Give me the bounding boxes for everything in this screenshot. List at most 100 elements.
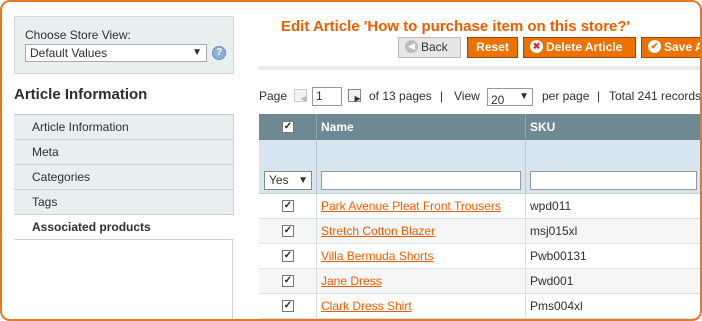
sidebar-item-label: Article Information [32,120,129,134]
product-name-link[interactable]: Jane Dress [321,274,382,288]
reset-button[interactable]: Reset [467,37,518,58]
checkmark-icon: ✓ [283,121,293,132]
row-name-cell: Park Avenue Pleat Front Trousers [317,194,526,219]
row-sku-cell: Pwd001 [526,269,702,294]
row-sku-cell: Pms004xl [526,294,702,319]
product-name-link[interactable]: Park Avenue Pleat Front Trousers [321,199,501,213]
in-products-filter-value: Yes [269,173,289,187]
table-row: ✓ Jane Dress Pwd001 [259,269,702,294]
row-name-cell: Villa Bermuda Shorts [317,244,526,269]
page-title: Edit Article 'How to purchase item on th… [281,18,631,35]
page-number-input[interactable]: 1 [312,87,342,106]
grid-body: ✓ Park Avenue Pleat Front Trousers wpd01… [259,194,702,319]
row-name-cell: Clark Dress Shirt [317,294,526,319]
back-button-label: Back [421,40,448,54]
checkmark-icon: ✓ [283,225,293,236]
delete-article-button[interactable]: ✖ Delete Article [523,37,636,58]
sidebar-item-associated-products[interactable]: Associated products [14,215,234,240]
sidebar-item-label: Categories [32,170,91,184]
sidebar-item-label: Meta [32,145,59,159]
name-filter-input[interactable] [321,171,521,190]
pager-per-page-label: per page [542,89,590,103]
sidebar-item-article-information[interactable]: Article Information [14,115,234,140]
chevron-down-icon: ▼ [519,91,529,102]
sidebar-item-label: Associated products [32,220,151,234]
store-switcher: Choose Store View: Default Values ▼ ? [14,16,234,74]
row-checkbox-cell: ✓ [259,194,317,219]
checkmark-icon: ✓ [283,200,293,211]
row-checkbox[interactable]: ✓ [282,225,294,237]
per-page-value: 20 [491,93,505,107]
triangle-left-icon: ◀ [300,94,307,103]
sku-filter-input[interactable] [530,171,697,190]
back-button[interactable]: ◀ Back [398,37,461,58]
checkbox-select-all[interactable]: ✓ [282,121,294,133]
product-name-link[interactable]: Villa Bermuda Shorts [321,249,434,263]
row-checkbox[interactable]: ✓ [282,300,294,312]
row-checkbox[interactable]: ✓ [282,250,294,262]
sidebar-item-meta[interactable]: Meta [14,140,234,165]
sidebar-item-categories[interactable]: Categories [14,165,234,190]
row-sku-cell: msj015xl [526,219,702,244]
product-name-link[interactable]: Clark Dress Shirt [321,299,412,313]
help-icon[interactable]: ? [212,46,226,60]
table-row: ✓ Villa Bermuda Shorts Pwb00131 [259,244,702,269]
row-checkbox-cell: ✓ [259,294,317,319]
pager-separator: | [440,89,444,103]
column-header-name[interactable]: Name [317,114,526,140]
store-switcher-label: Choose Store View: [25,28,131,42]
row-name-cell: Stretch Cotton Blazer [317,219,526,244]
checkmark-icon: ✓ [283,250,293,261]
delete-button-label: Delete Article [546,40,623,54]
arrow-left-icon: ◀ [405,40,418,54]
row-sku-cell: Pwb00131 [526,244,702,269]
filter-cell-in-products: Yes ▼ [259,140,317,194]
grid-filter-row: Yes ▼ [259,140,702,194]
pager-total: Total 241 records [609,89,702,103]
table-row: ✓ Park Avenue Pleat Front Trousers wpd01… [259,194,702,219]
row-checkbox-cell: ✓ [259,269,317,294]
triangle-right-icon: ▶ [354,94,361,103]
save-article-button[interactable]: ✔ Save A [641,37,702,58]
checkmark-icon: ✓ [283,275,293,286]
sidebar-divider [232,239,233,321]
row-checkbox[interactable]: ✓ [282,275,294,287]
reset-button-label: Reset [476,40,509,54]
sidebar-tabs: Article Information Meta Categories Tags… [14,114,234,240]
save-button-label: Save A [664,40,702,54]
pager-page-label: Page [259,89,288,103]
store-view-select[interactable]: Default Values ▼ [25,44,207,62]
table-row: ✓ Stretch Cotton Blazer msj015xl [259,219,702,244]
store-view-value: Default Values [30,46,108,60]
filter-cell-sku [526,140,702,194]
row-checkbox-cell: ✓ [259,244,317,269]
header-divider [258,66,702,70]
per-page-select[interactable]: 20 ▼ [487,88,533,107]
chevron-down-icon: ▼ [298,175,308,186]
check-icon: ✔ [648,40,661,54]
products-grid: ✓ Name SKU Yes ▼ ✓ Park Avenue Pleat Fro… [259,114,702,319]
column-header-sku[interactable]: SKU [526,114,702,140]
prev-page-button[interactable]: ◀ [294,89,307,103]
next-page-button[interactable]: ▶ [348,89,361,103]
pager-view-label: View [454,89,480,103]
row-checkbox-cell: ✓ [259,219,317,244]
checkmark-icon: ✓ [283,300,293,311]
pager-separator: | [597,89,601,103]
table-row: ✓ Clark Dress Shirt Pms004xl [259,294,702,319]
in-products-filter-select[interactable]: Yes ▼ [264,171,312,190]
delete-circle-icon: ✖ [530,40,543,54]
product-name-link[interactable]: Stretch Cotton Blazer [321,224,435,238]
sidebar-item-label: Tags [32,195,58,209]
grid-header-row: ✓ Name SKU [259,114,702,140]
filter-cell-name [317,140,526,194]
row-name-cell: Jane Dress [317,269,526,294]
row-sku-cell: wpd011 [526,194,702,219]
sidebar-item-tags[interactable]: Tags [14,190,234,215]
pager-of-pages: of 13 pages [369,89,432,103]
header-select-all[interactable]: ✓ [259,114,317,140]
row-checkbox[interactable]: ✓ [282,200,294,212]
chevron-down-icon: ▼ [192,47,202,58]
left-column: Choose Store View: Default Values ▼ ? Ar… [2,2,234,321]
sidebar-title: Article Information [14,86,148,103]
